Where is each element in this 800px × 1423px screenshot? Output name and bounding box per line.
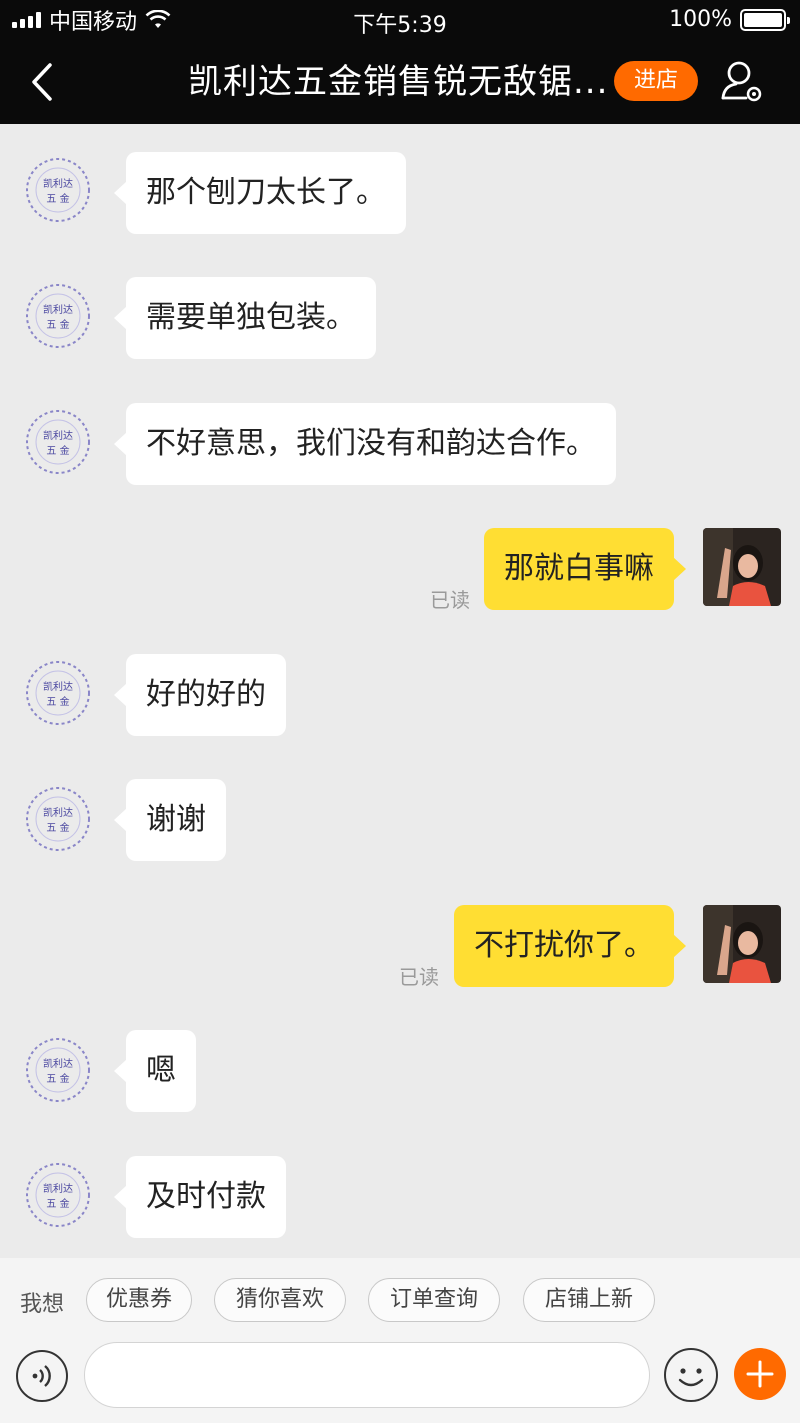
shop-stamp-icon: 凯利达 五 金: [26, 661, 90, 725]
quick-reply-label: 我想: [20, 1292, 65, 1317]
voice-button[interactable]: [16, 1350, 68, 1402]
svg-text:凯利达: 凯利达: [43, 429, 73, 442]
user-avatar[interactable]: [703, 905, 781, 983]
chevron-left-icon: [32, 63, 52, 101]
seller-avatar[interactable]: 凯利达 五 金: [24, 282, 92, 350]
quick-reply-bar: 我想 优惠券 猜你喜欢 订单查询 店铺上新: [0, 1258, 800, 1342]
more-actions-button[interactable]: [734, 1348, 786, 1400]
message-bubble-incoming[interactable]: 不好意思，我们没有和韵达合作。: [114, 403, 616, 485]
emoji-button[interactable]: [664, 1348, 718, 1402]
svg-text:凯利达: 凯利达: [43, 1057, 73, 1070]
user-photo-icon: [703, 905, 781, 983]
message-bubble-incoming[interactable]: 需要单独包装。: [114, 277, 376, 359]
svg-text:五 金: 五 金: [46, 318, 69, 331]
seller-avatar[interactable]: 凯利达 五 金: [24, 1036, 92, 1104]
quick-reply-new-arrivals[interactable]: 店铺上新: [523, 1278, 655, 1322]
shop-stamp-icon: 凯利达 五 金: [26, 284, 90, 348]
svg-text:五 金: 五 金: [46, 1197, 69, 1210]
seller-avatar[interactable]: 凯利达 五 金: [24, 1161, 92, 1229]
shop-stamp-icon: 凯利达 五 金: [26, 158, 90, 222]
nav-bar: 凯利达五金销售锐无敌锯... 进店: [0, 40, 800, 124]
svg-text:凯利达: 凯利达: [43, 806, 73, 819]
user-settings-icon: [721, 61, 762, 102]
message-input[interactable]: [84, 1342, 650, 1408]
svg-text:凯利达: 凯利达: [43, 1182, 73, 1195]
seller-avatar[interactable]: 凯利达 五 金: [24, 659, 92, 727]
svg-text:凯利达: 凯利达: [43, 680, 73, 693]
seller-avatar[interactable]: 凯利达 五 金: [24, 156, 92, 224]
page-title: 凯利达五金销售锐无敌锯...: [188, 62, 609, 102]
user-photo-icon: [703, 528, 781, 606]
message-bubble-incoming[interactable]: 那个刨刀太长了。: [114, 152, 406, 234]
battery-icon: [740, 8, 790, 31]
svg-text:五 金: 五 金: [46, 192, 69, 205]
message-bubble-incoming[interactable]: 好的好的: [114, 654, 286, 736]
plus-icon: [746, 1360, 774, 1388]
svg-text:五 金: 五 金: [46, 1072, 69, 1085]
read-status: 已读: [430, 588, 470, 612]
emoji-icon: [678, 1368, 704, 1387]
quick-reply-order-query[interactable]: 订单查询: [368, 1278, 500, 1322]
shop-stamp-icon: 凯利达 五 金: [26, 787, 90, 851]
read-status: 已读: [399, 965, 439, 989]
message-bubble-outgoing[interactable]: 不打扰你了。: [454, 905, 686, 987]
message-bubble-incoming[interactable]: 谢谢: [114, 779, 226, 861]
user-avatar[interactable]: [703, 528, 781, 606]
message-bubble-outgoing[interactable]: 那就白事嘛: [484, 528, 686, 610]
shop-stamp-icon: 凯利达 五 金: [26, 410, 90, 474]
voice-icon: [32, 1365, 51, 1387]
svg-text:五 金: 五 金: [46, 444, 69, 457]
seller-avatar[interactable]: 凯利达 五 金: [24, 785, 92, 853]
back-button[interactable]: [20, 60, 64, 104]
quick-reply-recommend[interactable]: 猜你喜欢: [214, 1278, 346, 1322]
message-bubble-incoming[interactable]: 及时付款: [114, 1156, 286, 1238]
svg-text:五 金: 五 金: [46, 821, 69, 834]
svg-text:五 金: 五 金: [46, 695, 69, 708]
input-bar: [0, 1342, 800, 1423]
battery-percent: 100%: [669, 7, 732, 32]
chat-area[interactable]: 凯利达 五 金 那个刨刀太长了。 凯利达 五 金 需要单独包装。 凯利达 五 金…: [0, 124, 800, 1258]
seller-avatar[interactable]: 凯利达 五 金: [24, 408, 92, 476]
shop-stamp-icon: 凯利达 五 金: [26, 1038, 90, 1102]
quick-reply-coupon[interactable]: 优惠券: [86, 1278, 192, 1322]
enter-shop-button[interactable]: 进店: [614, 61, 698, 101]
profile-button[interactable]: [718, 58, 766, 106]
svg-text:凯利达: 凯利达: [43, 177, 73, 190]
message-bubble-incoming[interactable]: 嗯: [114, 1030, 196, 1112]
shop-stamp-icon: 凯利达 五 金: [26, 1163, 90, 1227]
svg-text:凯利达: 凯利达: [43, 303, 73, 316]
status-bar: 中国移动 下午5:39 100%: [0, 0, 800, 40]
